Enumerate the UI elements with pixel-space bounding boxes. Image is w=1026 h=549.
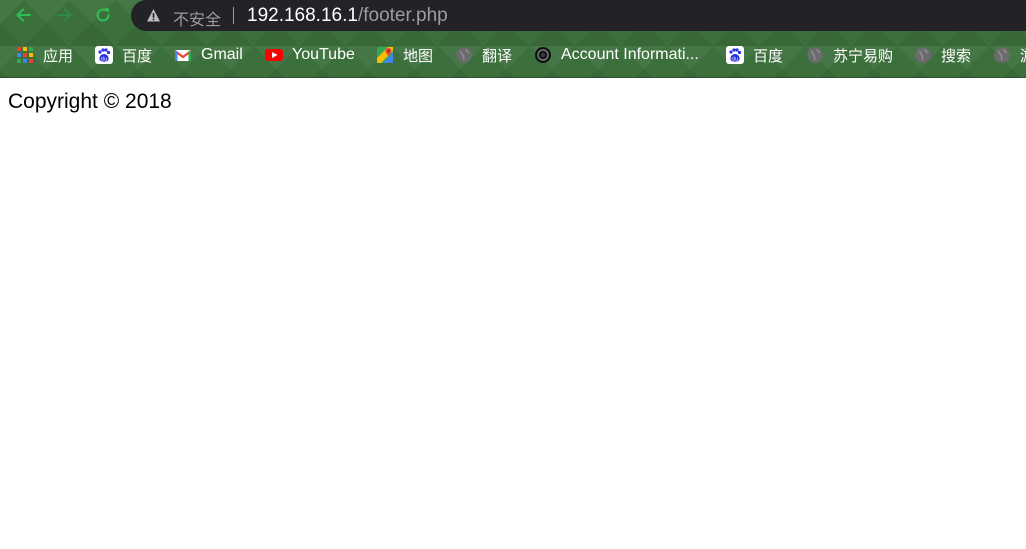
apps-grid-icon [16,46,34,64]
bookmark-label: 翻译 [482,46,513,65]
bookmark-suning[interactable]: 苏宁易购 [806,43,893,67]
baidu-icon: du [95,46,113,64]
youtube-icon [265,46,283,64]
omnibox-divider [233,7,234,24]
bookmark-label: 游 [1020,45,1026,66]
bookmark-maps[interactable]: 地图 [376,43,433,67]
browser-chrome: 不安全 192.168.16.1/footer.php 应用 du 百度 Gma… [0,0,1026,78]
bookmark-label: Gmail [201,46,243,63]
maps-icon [376,46,394,64]
bookmark-search[interactable]: 搜索 [914,43,971,67]
bookmark-label: 搜索 [941,46,972,65]
warning-icon[interactable] [146,8,161,23]
forward-button[interactable] [52,3,76,27]
bookmark-apps[interactable]: 应用 [16,43,73,67]
bookmark-baidu-2[interactable]: du 百度 [726,43,783,67]
url-host: 192.168.16.1 [247,5,358,26]
bookmark-label: 苏宁易购 [833,46,894,65]
bookmark-label: 百度 [122,46,153,65]
globe-icon [455,46,473,64]
svg-text:du: du [732,56,739,62]
bookmark-youtube[interactable]: YouTube [265,43,355,67]
globe-icon [806,46,824,64]
copyright-text: Copyright © 2018 [8,90,172,113]
globe-icon [993,46,1011,64]
gmail-icon [174,46,192,64]
bookmark-overflow[interactable]: 游 [993,43,1026,67]
arrow-left-icon [16,8,31,22]
browser-toolbar: 不安全 192.168.16.1/footer.php [0,0,1026,31]
bookmark-label: Account Informati... [561,46,699,63]
page-content: Copyright © 2018 [0,79,1026,549]
bookmark-label: 百度 [753,46,784,65]
globe-icon [914,46,932,64]
bookmark-label: 应用 [43,46,74,65]
bookmarks-bar: 应用 du 百度 Gmail YouTube 地图 翻译 Account Inf… [0,40,1026,70]
svg-text:du: du [101,56,108,62]
reload-button[interactable] [91,3,115,27]
baidu-icon: du [726,46,744,64]
reload-icon [96,8,110,22]
bookmark-label: YouTube [292,46,355,63]
bookmark-baidu[interactable]: du 百度 [95,43,152,67]
arrow-right-icon [57,8,72,22]
bookmark-gmail[interactable]: Gmail [174,43,243,67]
url-text[interactable]: 192.168.16.1/footer.php [247,5,448,27]
back-button[interactable] [12,3,36,27]
account-icon [534,46,552,64]
address-bar[interactable]: 不安全 192.168.16.1/footer.php [131,0,1026,31]
url-path: /footer.php [357,5,448,26]
bookmark-account-information[interactable]: Account Informati... [534,43,699,67]
bookmark-translate[interactable]: 翻译 [455,43,512,67]
security-status-label[interactable]: 不安全 [173,6,221,29]
bookmark-label: 地图 [403,46,434,65]
